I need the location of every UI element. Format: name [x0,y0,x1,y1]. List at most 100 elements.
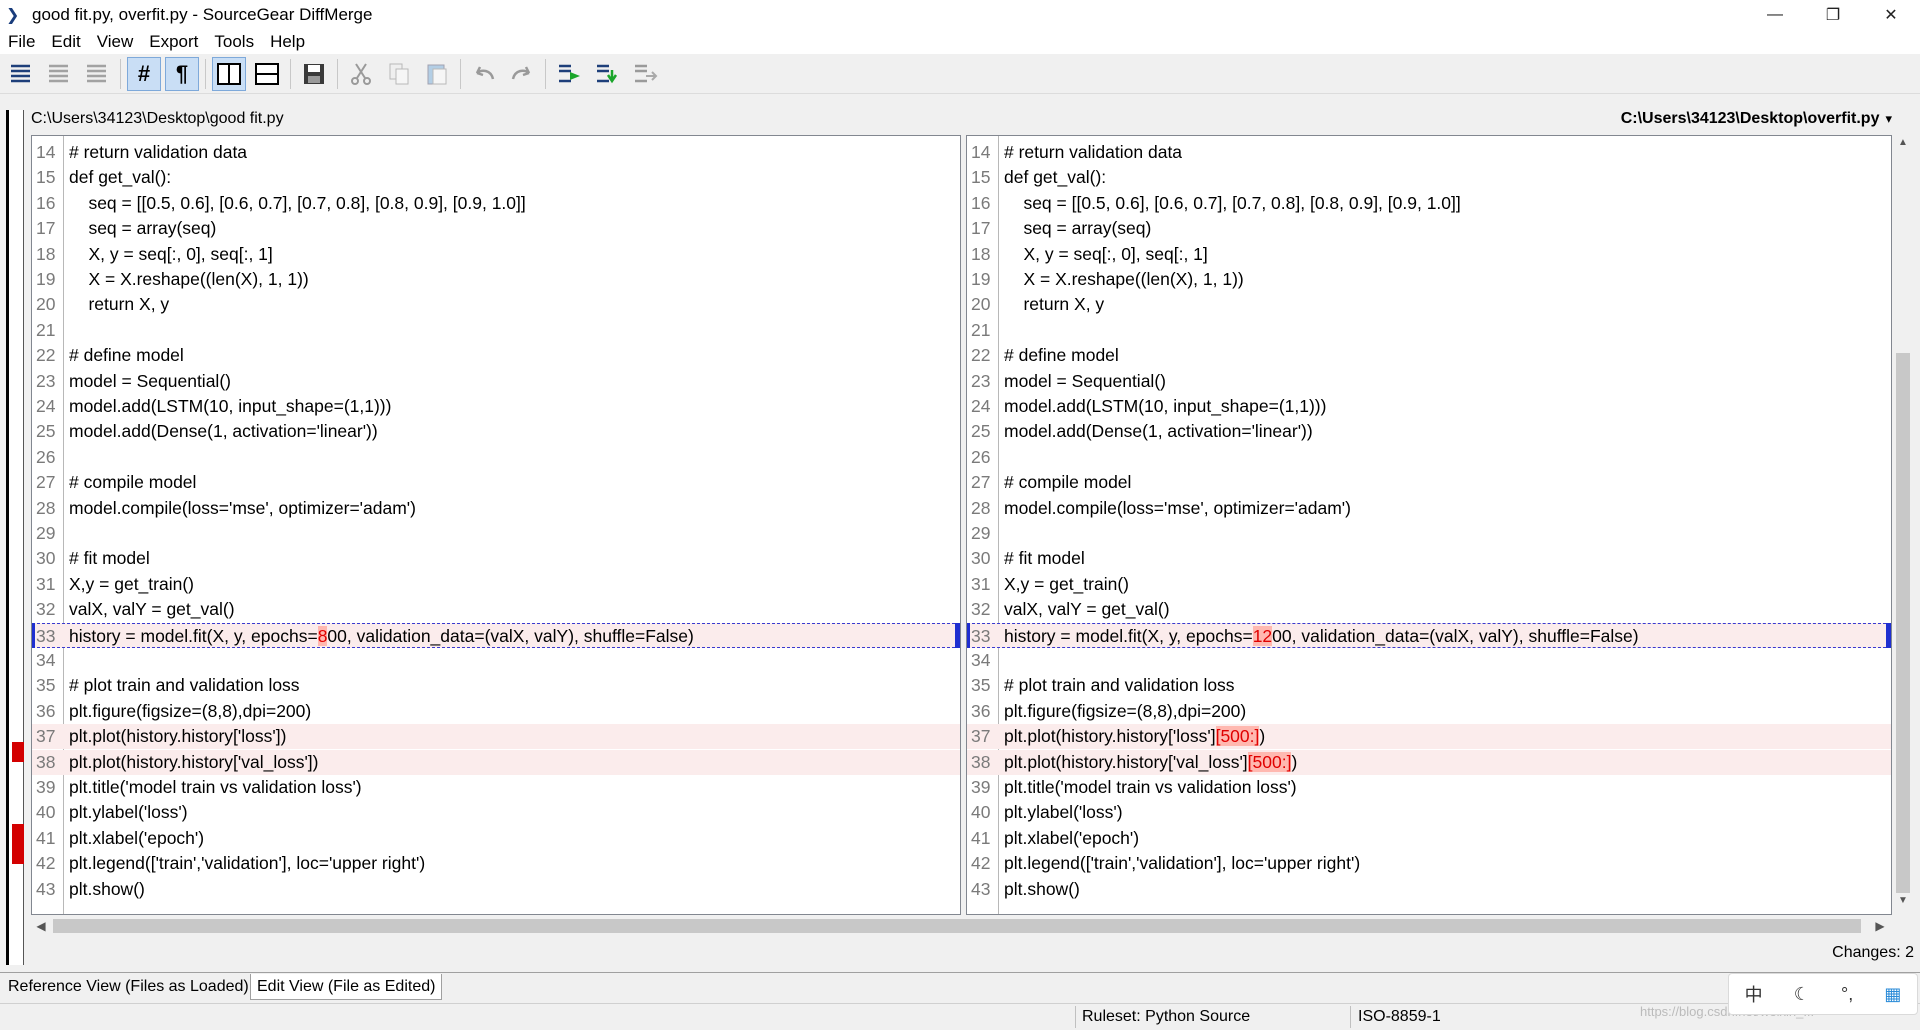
code-line[interactable]: 28 model.compile(loss='mse', optimizer='a… [967,496,1891,521]
menu-view[interactable]: View [89,32,142,52]
code-line[interactable]: 27 # compile model [32,470,960,495]
prev-change-button[interactable] [590,57,624,91]
code-line[interactable]: 41 plt.xlabel('epoch') [32,826,960,851]
code-line[interactable]: 24 model.add(LSTM(10, input_shape=(1,1))) [967,394,1891,419]
code-line[interactable]: 38 plt.plot(history.history['val_loss'][5… [967,749,1891,775]
paste-button[interactable] [420,57,454,91]
align-right-button[interactable] [80,57,114,91]
code-line[interactable]: 31 X,y = get_train() [32,572,960,597]
code-line[interactable]: 40 plt.ylabel('loss') [967,800,1891,825]
code-line[interactable]: 19 X = X.reshape((len(X), 1, 1)) [967,267,1891,292]
code-line[interactable]: 30 # fit model [32,546,960,571]
menu-tools[interactable]: Tools [206,32,262,52]
code-line[interactable]: 39 plt.title('model train vs validation l… [967,775,1891,800]
code-line[interactable]: 28 model.compile(loss='mse', optimizer='a… [32,496,960,521]
next-change-button[interactable] [552,57,586,91]
code-line[interactable]: 42 plt.legend(['train','validation'], loc… [967,851,1891,876]
horizontal-scroll-thumb[interactable] [53,919,1861,933]
code-line[interactable]: 16 seq = [[0.5, 0.6], [0.6, 0.7], [0.7, … [967,191,1891,216]
tab-edit-view[interactable]: Edit View (File as Edited) [250,974,443,1000]
right-diff-pane[interactable]: 14 # return validation data 15 def get_val(… [966,135,1892,915]
copy-button[interactable] [382,57,416,91]
code-line[interactable]: 30 # fit model [967,546,1891,571]
maximize-button[interactable]: ❐ [1804,0,1862,30]
save-button[interactable] [297,57,331,91]
code-line[interactable]: 23 model = Sequential() [967,369,1891,394]
code-line[interactable]: 20 return X, y [967,292,1891,317]
code-line[interactable]: 25 model.add(Dense(1, activation='linear'… [32,419,960,444]
chevron-down-icon[interactable]: ▾ [1885,111,1892,127]
scroll-down-icon[interactable]: ▼ [1892,895,1914,913]
code-line[interactable]: 35 # plot train and validation loss [32,673,960,698]
code-line[interactable]: 34 [32,648,960,673]
code-line[interactable]: 37 plt.plot(history.history['loss']) [32,724,960,750]
menu-file[interactable]: File [0,32,43,52]
code-line[interactable]: 33 history = model.fit(X, y, epochs=800, … [32,622,960,648]
code-line[interactable]: 33 history = model.fit(X, y, epochs=1200,… [967,622,1891,648]
code-line[interactable]: 27 # compile model [967,470,1891,495]
export-button[interactable] [628,57,662,91]
two-panel-button[interactable] [212,56,246,91]
code-line[interactable]: 20 return X, y [32,292,960,317]
overview-change-marker[interactable] [12,742,24,762]
ime-moon-icon[interactable]: ☾ [1794,984,1810,1005]
code-line[interactable]: 18 X, y = seq[:, 0], seq[:, 1] [967,242,1891,267]
code-line[interactable]: 14 # return validation data [32,140,960,165]
code-line[interactable]: 19 X = X.reshape((len(X), 1, 1)) [32,267,960,292]
code-line[interactable]: 22 # define model [967,343,1891,368]
code-line[interactable]: 15 def get_val(): [32,165,960,190]
close-button[interactable]: ✕ [1862,0,1920,30]
scroll-right-icon[interactable]: ▶ [1870,915,1890,937]
ime-grid-icon[interactable]: ▦ [1884,984,1901,1005]
undo-button[interactable] [467,57,501,91]
code-line[interactable]: 32 valX, valY = get_val() [967,597,1891,622]
minimize-button[interactable]: — [1746,0,1804,30]
code-line[interactable]: 29 [967,521,1891,546]
cut-button[interactable] [344,57,378,91]
code-line[interactable]: 17 seq = array(seq) [967,216,1891,241]
code-line[interactable]: 43 plt.show() [967,877,1891,902]
overview-change-marker[interactable] [12,824,24,864]
code-line[interactable]: 23 model = Sequential() [32,369,960,394]
vertical-scroll-thumb[interactable] [1896,353,1910,893]
code-line[interactable]: 22 # define model [32,343,960,368]
align-center-button[interactable] [42,57,76,91]
left-diff-pane[interactable]: 14 # return validation data 15 def get_val(… [31,135,961,915]
vertical-scrollbar[interactable]: ▲ ▼ [1892,135,1914,915]
horizontal-scrollbar[interactable]: ◀ ▶ [31,915,1890,937]
code-line[interactable]: 35 # plot train and validation loss [967,673,1891,698]
menu-edit[interactable]: Edit [43,32,88,52]
ime-punctuation-icon[interactable]: °, [1841,984,1853,1005]
code-line[interactable]: 14 # return validation data [967,140,1891,165]
code-line[interactable]: 24 model.add(LSTM(10, input_shape=(1,1))) [32,394,960,419]
code-line[interactable]: 40 plt.ylabel('loss') [32,800,960,825]
code-line[interactable]: 18 X, y = seq[:, 0], seq[:, 1] [32,242,960,267]
menu-export[interactable]: Export [141,32,206,52]
ime-chinese-mode-icon[interactable]: 中 [1745,981,1763,1007]
code-line[interactable]: 31 X,y = get_train() [967,572,1891,597]
code-line[interactable]: 25 model.add(Dense(1, activation='linear'… [967,419,1891,444]
code-line[interactable]: 38 plt.plot(history.history['val_loss']) [32,749,960,775]
code-line[interactable]: 15 def get_val(): [967,165,1891,190]
code-line[interactable]: 29 [32,521,960,546]
code-line[interactable]: 36 plt.figure(figsize=(8,8),dpi=200) [32,699,960,724]
code-line[interactable]: 26 [32,445,960,470]
code-line[interactable]: 36 plt.figure(figsize=(8,8),dpi=200) [967,699,1891,724]
scroll-left-icon[interactable]: ◀ [31,915,51,937]
show-whitespace-button[interactable]: ¶ [165,56,199,91]
code-line[interactable]: 21 [32,318,960,343]
align-left-button[interactable] [4,57,38,91]
tab-reference-view[interactable]: Reference View (Files as Loaded) [2,974,255,1000]
code-line[interactable]: 16 seq = [[0.5, 0.6], [0.6, 0.7], [0.7, … [32,191,960,216]
code-line[interactable]: 21 [967,318,1891,343]
code-line[interactable]: 41 plt.xlabel('epoch') [967,826,1891,851]
code-line[interactable]: 34 [967,648,1891,673]
code-line[interactable]: 26 [967,445,1891,470]
code-line[interactable]: 37 plt.plot(history.history['loss'][500:]… [967,724,1891,750]
menu-help[interactable]: Help [262,32,313,52]
scroll-up-icon[interactable]: ▲ [1892,137,1914,155]
three-panel-button[interactable] [250,57,284,91]
code-line[interactable]: 43 plt.show() [32,877,960,902]
diff-overview-ruler[interactable] [6,110,24,965]
code-line[interactable]: 39 plt.title('model train vs validation l… [32,775,960,800]
